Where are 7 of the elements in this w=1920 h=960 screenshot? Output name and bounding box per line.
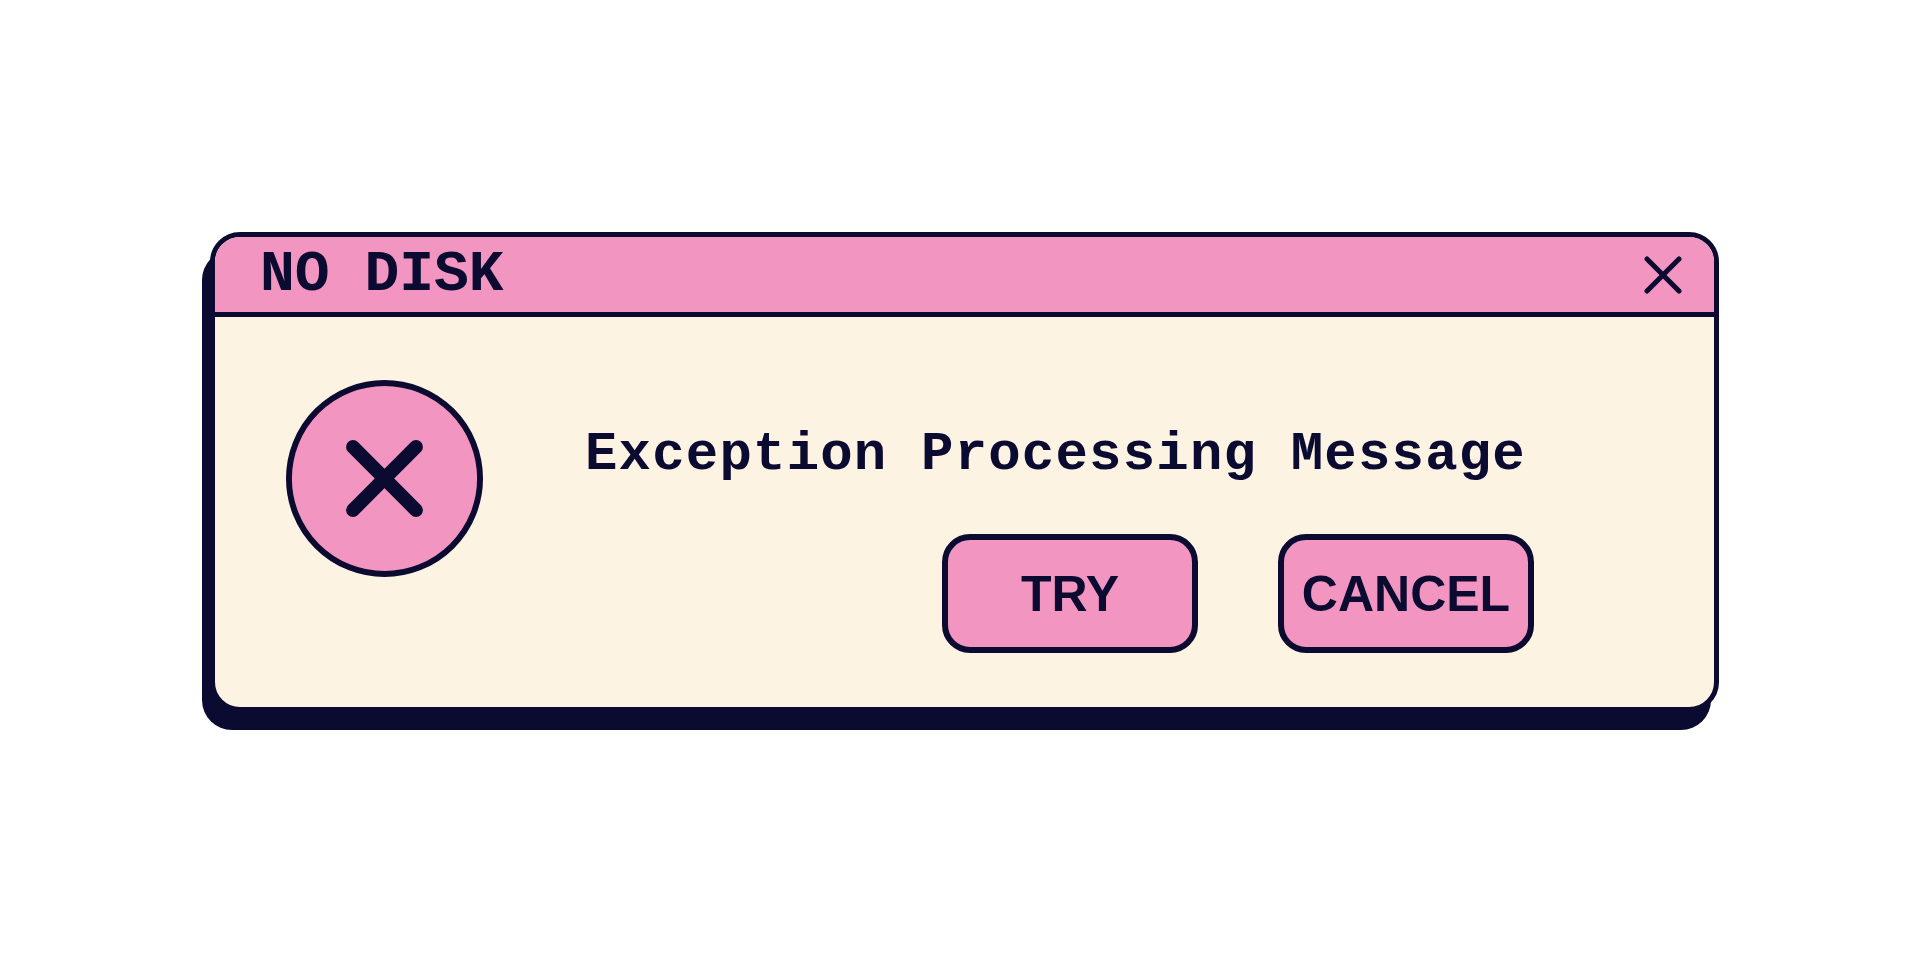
close-button[interactable] [1644, 255, 1682, 294]
error-icon [286, 380, 483, 577]
dialog-button[interactable]: TRY [942, 534, 1198, 653]
close-icon [1644, 255, 1682, 294]
dialog-button[interactable]: CANCEL [1278, 534, 1534, 653]
error-message: Exception Processing Message [585, 428, 1527, 482]
window-title: NO DISK [260, 245, 504, 304]
